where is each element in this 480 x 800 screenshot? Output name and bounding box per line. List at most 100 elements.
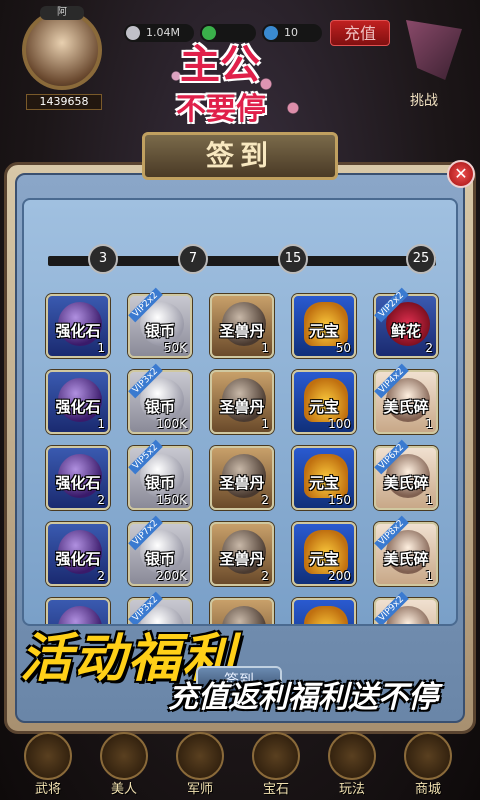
reward-cell[interactable]: VIP9x2美氏碎 — [374, 591, 438, 626]
reward-qty: 200K — [156, 569, 187, 583]
power-value: 1439658 — [26, 94, 102, 110]
reward-qty: 2 — [261, 493, 269, 507]
reward-qty: 200 — [328, 569, 351, 583]
reward-name: 圣兽丹 — [219, 550, 265, 568]
reward-cell[interactable]: 强化石 2 — [46, 522, 110, 586]
reward-cell[interactable]: 元宝 50 — [292, 294, 356, 358]
recharge-button[interactable]: 充值 — [330, 20, 390, 46]
reward-item-icon — [304, 606, 348, 624]
reward-qty: 2 — [97, 569, 105, 583]
reward-qty: 1 — [425, 493, 433, 507]
reward-cell[interactable]: 强化石 1 — [46, 370, 110, 434]
reward-name: 美氏碎 — [383, 550, 429, 568]
reward-name: 元宝 — [308, 398, 339, 416]
milestone-marker[interactable]: 3 — [88, 244, 118, 274]
reward-qty: 2 — [425, 341, 433, 355]
reward-name: 美氏碎 — [383, 474, 429, 492]
milestone-marker[interactable]: 7 — [178, 244, 208, 274]
nav-label: 武将 — [34, 782, 61, 797]
nav-item-shop[interactable]: 商城 — [398, 730, 458, 800]
reward-cell[interactable]: 强化石 2 — [46, 446, 110, 510]
reward-qty: 150K — [156, 493, 187, 507]
gem-icon — [252, 732, 300, 780]
challenge-button[interactable]: 挑战 — [400, 20, 470, 110]
reward-qty: 100K — [156, 417, 187, 431]
reward-qty: 50 — [335, 341, 351, 355]
reward-cell[interactable]: 圣兽丹 2 — [210, 446, 274, 510]
reward-cell[interactable]: 圣兽丹 1 — [210, 294, 274, 358]
reward-qty: 150 — [328, 493, 351, 507]
reward-cell[interactable]: 强化石 1 — [46, 294, 110, 358]
reward-name: 元宝 — [294, 624, 354, 626]
reward-name: 银币 — [144, 550, 175, 568]
reward-name: 强化石 — [55, 550, 101, 568]
reward-qty: 1 — [261, 341, 269, 355]
nav-label: 商城 — [414, 782, 441, 797]
logo-line2: 不要停 — [176, 92, 266, 127]
reward-name: 圣兽丹 — [219, 398, 265, 416]
reward-cell[interactable]: VIP4x2 美氏碎 1 — [374, 363, 438, 434]
reward-name: 强化石 — [55, 398, 101, 416]
close-button[interactable]: ✕ — [447, 160, 475, 188]
reward-qty: 1 — [425, 417, 433, 431]
reward-name: 元宝 — [308, 322, 339, 340]
logo-line1: 主公 — [180, 42, 260, 88]
reward-cell[interactable]: 元宝 150 — [292, 446, 356, 510]
reward-qty: 2 — [261, 569, 269, 583]
reward-name: 元宝 — [308, 550, 339, 568]
promo-subline: 充值返利福利送不停 — [168, 680, 438, 715]
reward-name: 银币 — [144, 398, 175, 416]
milestone-marker[interactable]: 15 — [278, 244, 308, 274]
reward-qty: 100 — [328, 417, 351, 431]
challenge-flag-icon — [406, 20, 462, 80]
reward-cell[interactable]: VIP6x2 美氏碎 1 — [374, 439, 438, 510]
reward-name: 圣兽丹 — [219, 322, 265, 340]
reward-qty: 2 — [97, 493, 105, 507]
bottom-nav: 武将 美人 军师 宝石 玩法 商城 — [0, 730, 480, 800]
reward-name: 元宝 — [308, 474, 339, 492]
general-icon — [24, 732, 72, 780]
reward-name: 强化石 — [55, 474, 101, 492]
reward-name: 鲜花 — [390, 322, 421, 340]
nav-label: 宝石 — [262, 782, 289, 797]
reward-qty: 1 — [97, 417, 105, 431]
nav-label: 美人 — [110, 782, 137, 797]
player-avatar[interactable] — [22, 10, 102, 90]
milestone-marker[interactable]: 25 — [406, 244, 436, 274]
reward-content[interactable]: 3 7 15 25 强化石 1 VIP2x2 银币 50K 圣兽丹 1 元宝 50 VIP2x2 鲜… — [22, 198, 458, 626]
reward-name: 银币 — [144, 474, 175, 492]
reward-qty: 1 — [425, 569, 433, 583]
reward-qty: 1 — [97, 341, 105, 355]
gameplay-icon — [328, 732, 376, 780]
player-name: 阿 — [40, 6, 84, 20]
reward-name: 美氏碎 — [376, 624, 436, 626]
nav-item-gameplay[interactable]: 玩法 — [322, 730, 382, 800]
reward-cell[interactable]: 元宝 200 — [292, 522, 356, 586]
reward-cell[interactable]: VIP5x2 银币 150K — [128, 439, 192, 510]
reward-qty: 50K — [163, 341, 187, 355]
nav-item-gems[interactable]: 宝石 — [246, 730, 306, 800]
reward-cell[interactable]: VIP2x2 银币 50K — [128, 287, 192, 358]
reward-cell[interactable]: 圣兽丹 2 — [210, 522, 274, 586]
advisor-icon — [176, 732, 224, 780]
nav-item-generals[interactable]: 武将 — [18, 730, 78, 800]
nav-item-advisor[interactable]: 军师 — [170, 730, 230, 800]
reward-cell[interactable]: 元宝 — [292, 598, 356, 626]
reward-name: 圣兽丹 — [219, 474, 265, 492]
game-logo: 主公 不要停 — [140, 32, 320, 142]
nav-label: 玩法 — [338, 782, 365, 797]
nav-item-beauty[interactable]: 美人 — [94, 730, 154, 800]
reward-cell[interactable]: VIP3x2 银币 100K — [128, 363, 192, 434]
silver-icon — [126, 26, 140, 40]
reward-name: 美氏碎 — [383, 398, 429, 416]
beauty-icon — [100, 732, 148, 780]
nav-label: 军师 — [186, 782, 213, 797]
shop-icon — [404, 732, 452, 780]
challenge-label: 挑战 — [410, 93, 438, 109]
reward-cell[interactable]: VIP2x2 鲜花 2 — [374, 287, 438, 358]
reward-cell[interactable]: VIP7x2 银币 200K — [128, 515, 192, 586]
reward-cell[interactable]: 元宝 100 — [292, 370, 356, 434]
reward-cell[interactable]: 圣兽丹 1 — [210, 370, 274, 434]
reward-qty: 1 — [261, 417, 269, 431]
reward-cell[interactable]: VIP8x2 美氏碎 1 — [374, 515, 438, 586]
